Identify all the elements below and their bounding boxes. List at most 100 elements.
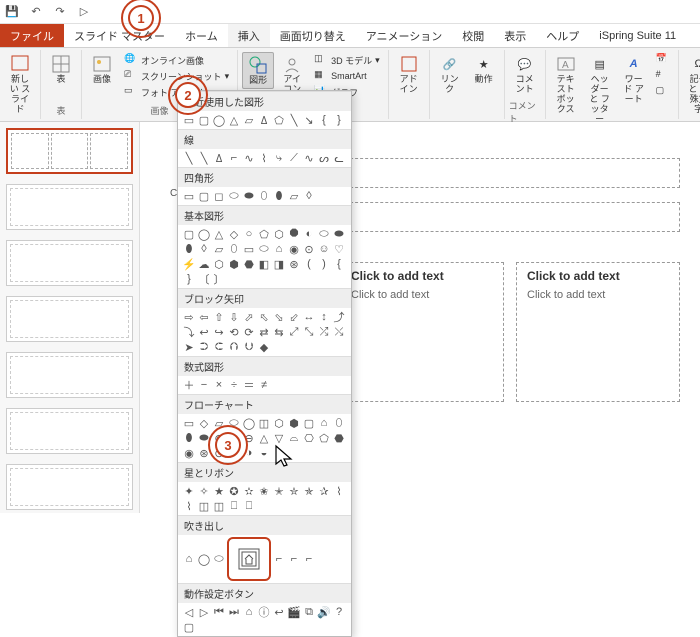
shape-item[interactable]: ⮋ — [242, 340, 256, 354]
shape-item[interactable]: ▭ — [242, 242, 256, 256]
shape-item[interactable]: ▢ — [197, 189, 211, 203]
object-button[interactable]: ▢ — [652, 84, 674, 100]
shape-item[interactable]: ⟳ — [242, 325, 256, 339]
tab-transitions[interactable]: 画面切り替え — [270, 24, 356, 47]
shape-item[interactable]: − — [197, 378, 211, 392]
thumbnail-pane[interactable]: 3 — [0, 122, 140, 513]
shape-item[interactable]: ↪ — [212, 325, 226, 339]
shape-item[interactable]: ⌇ — [182, 499, 196, 513]
shape-item[interactable]: ▽ — [272, 431, 286, 445]
shape-item[interactable]: ⌂ — [317, 416, 331, 430]
shape-item[interactable]: △ — [257, 431, 271, 445]
shape-item[interactable]: 𐊣 — [212, 151, 226, 165]
shape-item[interactable]: ⬡ — [272, 227, 286, 241]
shape-item[interactable]: ⏮ — [212, 605, 226, 619]
shape-item[interactable]: 🎬 — [287, 605, 301, 619]
shape-item[interactable]: ➤ — [182, 340, 196, 354]
thumbnail-5[interactable] — [6, 352, 133, 398]
shape-item[interactable]: ⏭ — [227, 605, 241, 619]
shape-item[interactable]: ⬃ — [287, 310, 301, 324]
shape-item[interactable]: ⇨ — [182, 310, 196, 324]
shape-item[interactable]: △ — [212, 227, 226, 241]
shape-callout-line1[interactable]: ⌐ — [272, 552, 286, 566]
tab-help[interactable]: ヘルプ — [536, 24, 589, 47]
shape-item[interactable]: ∿ — [242, 151, 256, 165]
thumbnail-2[interactable] — [6, 184, 133, 230]
shape-item[interactable]: ÷ — [227, 378, 241, 392]
shape-item[interactable]: △ — [227, 113, 241, 127]
shape-item[interactable]: ▭ — [182, 416, 196, 430]
shape-item[interactable]: ＝ — [242, 378, 256, 392]
shape-item[interactable]: ⬠ — [317, 431, 331, 445]
shape-item[interactable]: ⤴ — [332, 310, 346, 324]
shape-callout-oval[interactable]: ⬭ — [212, 552, 226, 566]
shape-item[interactable]: ⚡ — [182, 257, 196, 271]
shape-item[interactable]: ᔕ — [317, 151, 331, 165]
link-button[interactable]: 🔗リンク — [434, 52, 466, 97]
shape-item[interactable]: ⤵ — [182, 325, 196, 339]
shape-item[interactable]: ✰ — [317, 484, 331, 498]
shape-item[interactable]: ○ — [242, 227, 256, 241]
shape-item[interactable]: ◒ — [257, 446, 271, 460]
shape-item[interactable]: { — [332, 257, 346, 271]
shape-item[interactable]: } — [182, 272, 196, 286]
shape-item[interactable]: ⬡ — [212, 257, 226, 271]
title-placeholder[interactable] — [340, 158, 680, 188]
shape-item[interactable]: ⇧ — [212, 310, 226, 324]
shape-item[interactable]: ⬠ — [272, 113, 286, 127]
tab-review[interactable]: 校閲 — [452, 24, 494, 47]
shape-item[interactable]: ⬁ — [257, 310, 271, 324]
shape-item[interactable]: ⬯ — [257, 189, 271, 203]
shape-item[interactable]: } — [332, 113, 346, 127]
thumbnail-1[interactable] — [6, 128, 133, 174]
shape-item[interactable]: ↔ — [302, 310, 316, 324]
shape-item[interactable]: ◆ — [257, 340, 271, 354]
tab-ispring[interactable]: iSpring Suite 11 — [589, 24, 686, 47]
shape-item[interactable]: ✧ — [197, 484, 211, 498]
shape-item[interactable]: ⟋ — [287, 151, 301, 165]
content-placeholder-left[interactable]: Click to add text Click to add text — [340, 262, 504, 402]
shape-item[interactable]: ▢ — [302, 416, 316, 430]
shape-item[interactable]: ⌓ — [287, 431, 301, 445]
shape-item[interactable]: ⎕ — [242, 499, 256, 513]
shape-item[interactable]: ◊ — [197, 242, 211, 256]
shape-item[interactable]: ⬮ — [272, 189, 286, 203]
shape-callout-round[interactable]: ◯ — [197, 552, 211, 566]
shape-item[interactable]: ▭ — [182, 113, 196, 127]
shape-item[interactable]: ✦ — [182, 484, 196, 498]
shape-item[interactable]: 〔 — [197, 272, 211, 286]
shape-item[interactable]: ▢ — [182, 620, 196, 634]
shape-item[interactable]: ↕ — [317, 310, 331, 324]
thumbnail-4[interactable] — [6, 296, 133, 342]
shape-item[interactable]: ⎕ — [227, 499, 241, 513]
shape-item[interactable]: ☁ — [197, 257, 211, 271]
image-button[interactable]: 画像 — [86, 52, 118, 87]
shape-item[interactable]: ⟲ — [227, 325, 241, 339]
shape-item[interactable]: ◯ — [212, 113, 226, 127]
shape-item[interactable]: ★ — [212, 484, 226, 498]
shape-item[interactable]: ⬬ — [332, 227, 346, 241]
shape-item[interactable]: ⬯ — [332, 416, 346, 430]
shape-item[interactable]: ⮈ — [212, 340, 226, 354]
shape-callout-house[interactable] — [227, 537, 271, 581]
shape-item[interactable]: { — [317, 113, 331, 127]
shape-callout-rect[interactable]: ⌂ — [182, 552, 196, 566]
thumbnail-7[interactable] — [6, 464, 133, 510]
shapes-button[interactable]: 図形 — [242, 52, 274, 89]
shape-item[interactable]: ⬣ — [242, 257, 256, 271]
shape-item[interactable]: ✫ — [242, 484, 256, 498]
shape-item[interactable]: × — [212, 378, 226, 392]
shape-item[interactable]: ▱ — [287, 189, 301, 203]
shape-item[interactable]: ⓘ — [257, 605, 271, 619]
shape-item[interactable]: 〕 — [212, 272, 226, 286]
shape-item[interactable]: ⤮ — [317, 325, 331, 339]
textbox-button[interactable]: Aテキスト ボックス — [550, 52, 582, 117]
shape-item[interactable]: ⬢ — [287, 416, 301, 430]
smartart-button[interactable]: ▦SmartArt — [310, 68, 384, 84]
redo-icon[interactable]: ↷ — [52, 4, 68, 20]
shape-item[interactable]: ◇ — [197, 416, 211, 430]
shape-item[interactable]: 🔊 — [317, 605, 331, 619]
shape-item[interactable]: ⬬ — [242, 189, 256, 203]
shape-item[interactable]: ⤡ — [302, 325, 316, 339]
shape-item[interactable]: ◯ — [242, 416, 256, 430]
